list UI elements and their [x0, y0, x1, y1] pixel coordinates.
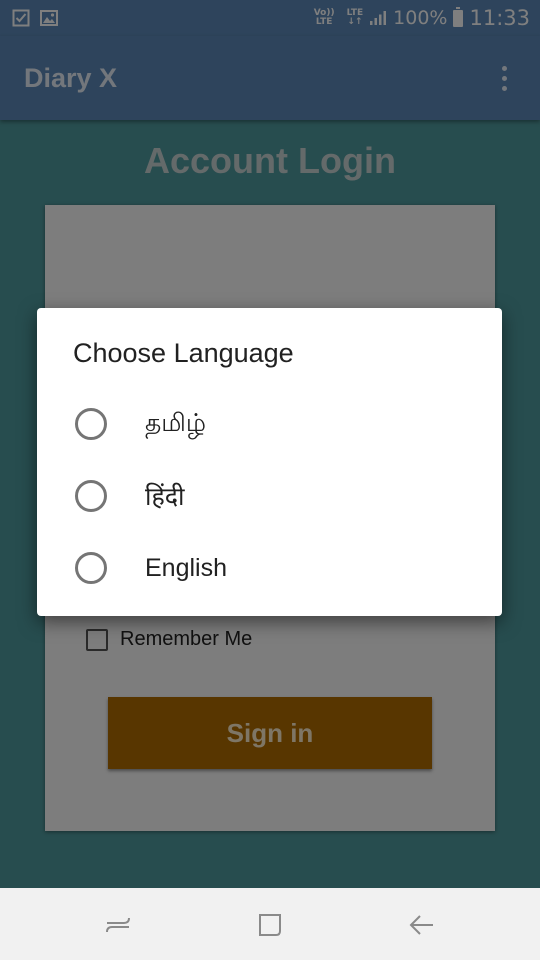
language-option-hindi[interactable]: हिंदी: [37, 461, 502, 531]
dialog-title: Choose Language: [73, 338, 294, 368]
radio-button[interactable]: [75, 480, 107, 512]
navigation-bar: [0, 888, 540, 960]
language-label: हिंदी: [145, 482, 185, 511]
back-icon[interactable]: [404, 908, 438, 942]
radio-button[interactable]: [75, 552, 107, 584]
language-option-english[interactable]: English: [37, 533, 502, 603]
language-option-tamil[interactable]: தமிழ்: [37, 389, 502, 459]
recent-apps-icon[interactable]: [101, 908, 135, 942]
language-label: English: [145, 553, 227, 582]
language-dialog: Choose Language தமிழ் हिंदी English: [37, 308, 502, 616]
radio-button[interactable]: [75, 408, 107, 440]
home-icon[interactable]: [253, 908, 287, 942]
language-label: தமிழ்: [145, 407, 207, 437]
